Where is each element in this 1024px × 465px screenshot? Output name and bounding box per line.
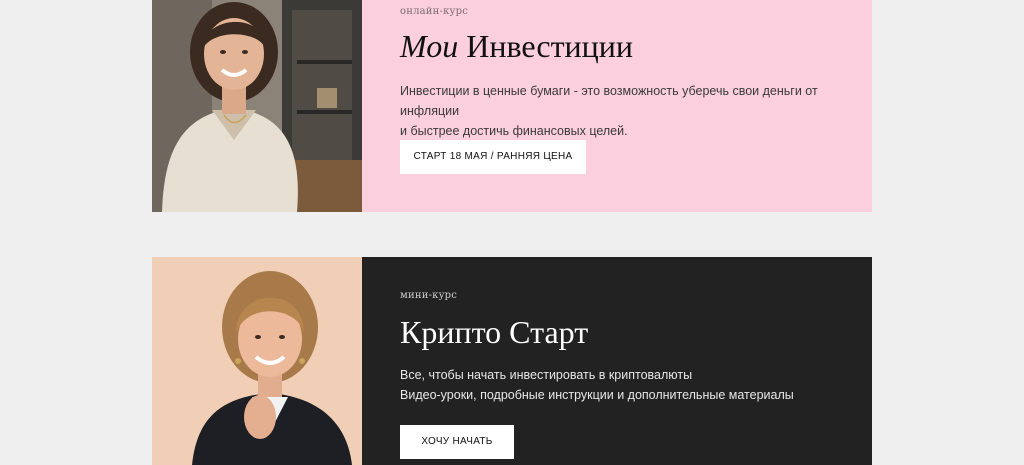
description-line: и быстрее достичь финансовых целей.: [400, 124, 628, 138]
author-photo: [152, 257, 362, 465]
start-early-price-button[interactable]: СТАРТ 18 МАЯ / РАННЯЯ ЦЕНА: [400, 140, 586, 174]
course-card-investments: онлайн-курс Мои Инвестиции Инвестиции в …: [152, 0, 872, 212]
description-line: Все, чтобы начать инвестировать в крипто…: [400, 368, 693, 382]
description-line: Видео-уроки, подробные инструкции и допо…: [400, 388, 794, 402]
want-to-start-button[interactable]: ХОЧУ НАЧАТЬ: [400, 425, 514, 459]
course-title: Мои Инвестиции: [400, 28, 633, 64]
course-description: Все, чтобы начать инвестировать в крипто…: [400, 365, 794, 405]
course-card-crypto: мини-курс Крипто Старт Все, чтобы начать…: [152, 257, 872, 465]
course-title-italic: Мои: [400, 28, 459, 64]
course-title-rest: Инвестиции: [466, 28, 634, 64]
course-type-label: онлайн-курс: [400, 6, 469, 17]
course-info: мини-курс Крипто Старт Все, чтобы начать…: [362, 257, 872, 465]
course-info: онлайн-курс Мои Инвестиции Инвестиции в …: [362, 0, 872, 212]
course-title: Крипто Старт: [400, 314, 589, 350]
course-type-label: мини-курс: [400, 290, 458, 301]
course-description: Инвестиции в ценные бумаги - это возможн…: [400, 81, 872, 141]
page: онлайн-курс Мои Инвестиции Инвестиции в …: [0, 0, 1024, 465]
author-photo: [152, 0, 362, 212]
description-line: Инвестиции в ценные бумаги - это возможн…: [400, 84, 818, 118]
